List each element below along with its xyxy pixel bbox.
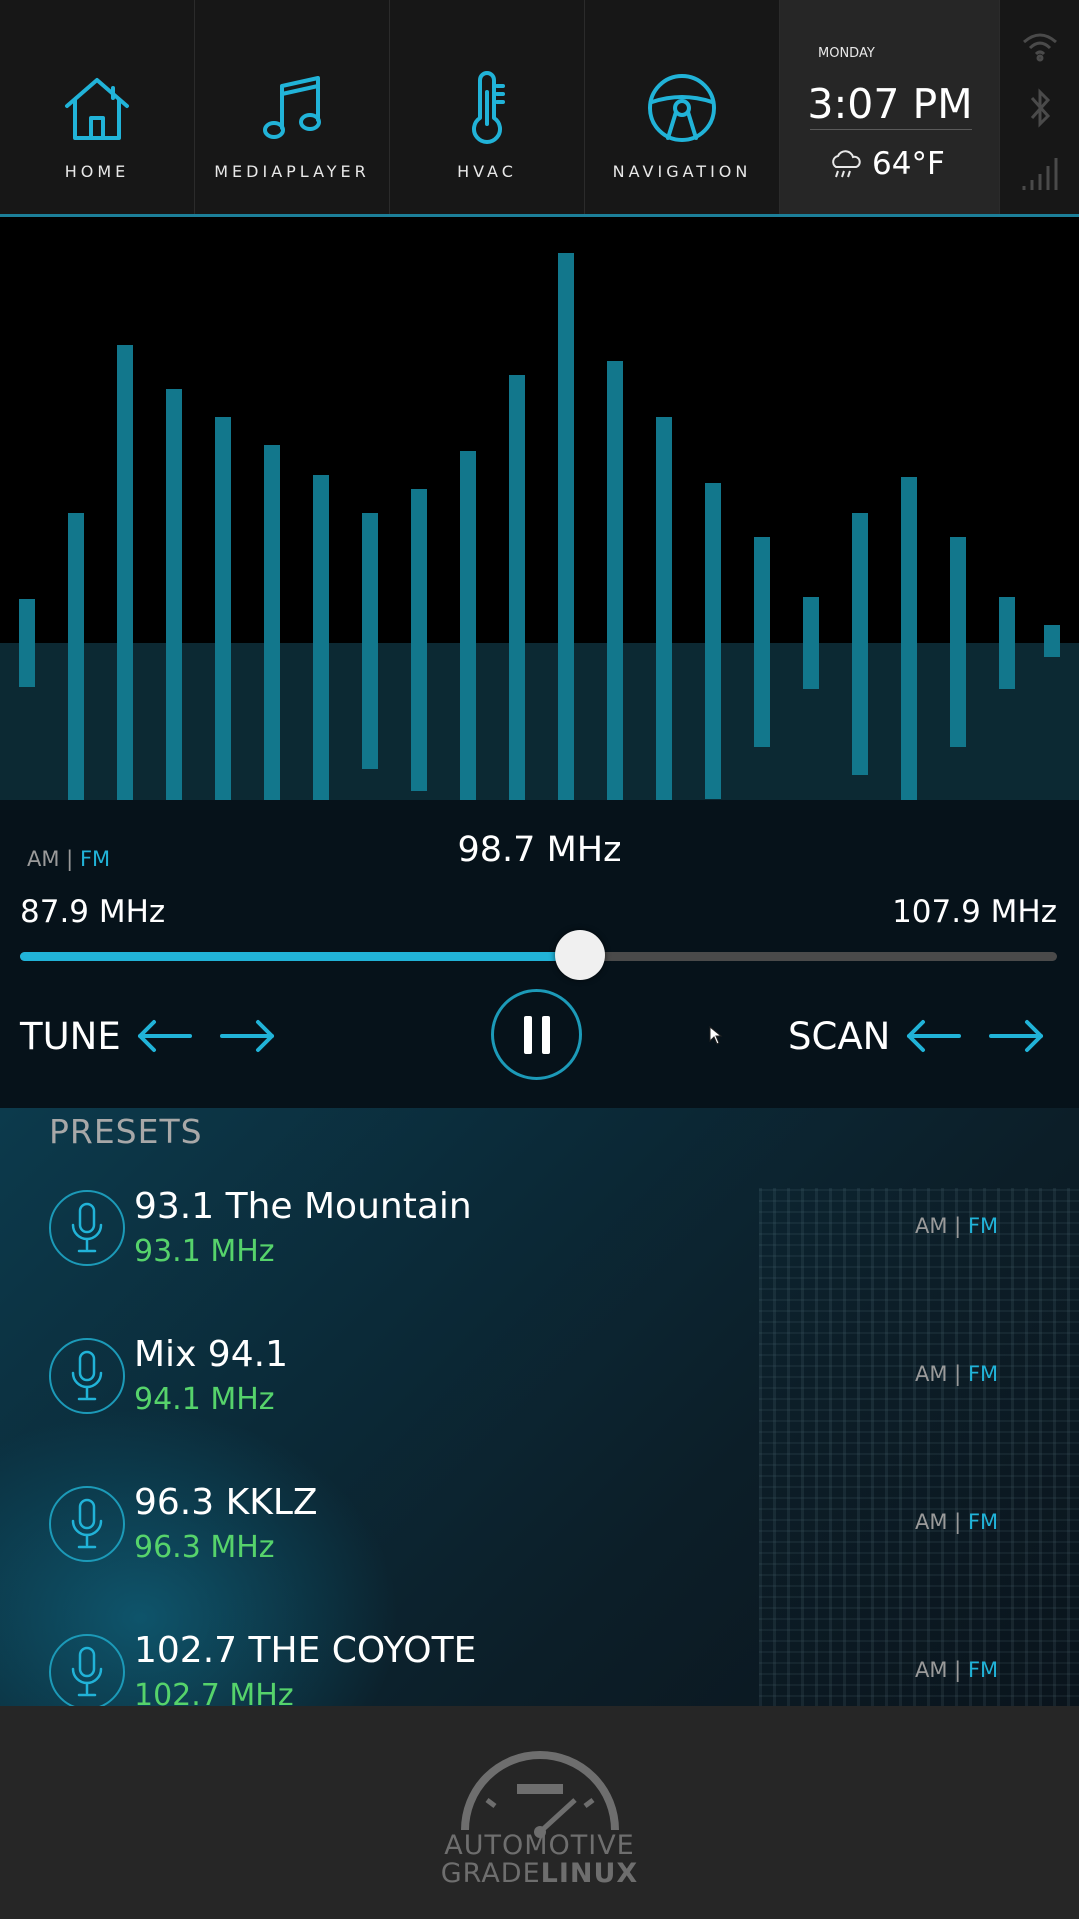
clock-time: 3:07 PM [807, 80, 973, 128]
arrow-left-icon [138, 1020, 192, 1052]
preset-band: AM | FM [915, 1214, 999, 1238]
nav-home-button[interactable]: HOME [0, 0, 195, 214]
preset-name: Mix 94.1 [134, 1334, 288, 1375]
microphone-icon [49, 1486, 125, 1562]
home-icon [65, 78, 129, 140]
day-label: MONDAY [818, 46, 875, 61]
scan-label: SCAN [788, 1015, 891, 1058]
thermometer-icon [472, 71, 505, 144]
visualizer-band [0, 643, 1079, 800]
nav-hvac-button[interactable]: HVAC [390, 0, 585, 214]
rain-cloud-icon [832, 150, 861, 178]
nav-home-label: HOME [64, 162, 130, 181]
arrow-left-icon [907, 1020, 961, 1052]
nav-navigation-label: NAVIGATION [612, 162, 752, 181]
visualizer-bar [509, 375, 525, 800]
nav-mediaplayer-label: MEDIAPLAYER [214, 162, 370, 181]
tune-forward-button[interactable] [218, 1018, 278, 1054]
microphone-icon [49, 1338, 125, 1414]
preset-name: 102.7 THE COYOTE [134, 1630, 477, 1671]
preset-band: AM | FM [915, 1362, 999, 1386]
mouse-cursor-icon [709, 1026, 723, 1045]
visualizer-bar [901, 477, 917, 800]
frequency-slider-handle[interactable] [554, 930, 605, 980]
min-frequency-label: 87.9 MHz [20, 894, 166, 930]
nav-navigation-button[interactable]: NAVIGATION [585, 0, 780, 214]
agl-speedometer-logo-icon [461, 1751, 619, 1838]
visualizer-bar [852, 513, 868, 775]
logo-text-line2: GRADELINUX [440, 1858, 639, 1889]
visualizer-bar [215, 417, 231, 800]
preset-band: AM | FM [915, 1510, 999, 1534]
preset-frequency: 102.7 MHz [134, 1678, 294, 1706]
visualizer-bar [264, 445, 280, 800]
preset-name: 96.3 KKLZ [134, 1482, 318, 1523]
max-frequency-label: 107.9 MHz [892, 894, 1057, 930]
pause-icon [541, 1015, 550, 1054]
pause-button[interactable] [491, 989, 582, 1080]
preset-item[interactable]: 102.7 THE COYOTE 102.7 MHz AM | FM [0, 1630, 1079, 1706]
visualizer-bar [754, 537, 770, 747]
visualizer-bar [950, 537, 966, 747]
bluetooth-icon [1030, 88, 1051, 128]
visualizer-bar [803, 597, 819, 689]
logo-text-line1: AUTOMOTIVE [444, 1830, 635, 1861]
preset-item[interactable]: Mix 94.1 94.1 MHz AM | FM [0, 1334, 1079, 1482]
presets-title: PRESETS [49, 1112, 203, 1151]
visualizer-bar [117, 345, 133, 800]
visualizer-bar [656, 417, 672, 800]
visualizer-bar [705, 483, 721, 799]
visualizer-bar [607, 361, 623, 800]
music-note-icon [263, 76, 321, 139]
audio-visualizer [0, 217, 1079, 800]
arrow-right-icon [220, 1020, 274, 1052]
visualizer-bar [166, 389, 182, 800]
visualizer-bar [460, 451, 476, 800]
visualizer-bar [411, 489, 427, 791]
visualizer-bar [558, 253, 574, 800]
clock-divider [810, 129, 972, 130]
status-column [1000, 0, 1079, 214]
top-bar: HOME MEDIAPLAYER HVAC NAVIGATION MONDAY … [0, 0, 1079, 217]
microphone-icon [49, 1190, 125, 1266]
wifi-icon [1023, 33, 1057, 62]
visualizer-bar [313, 475, 329, 800]
clock-panel: MONDAY 3:07 PM 64°F [780, 0, 1000, 214]
preset-name: 93.1 The Mountain [134, 1186, 472, 1227]
nav-mediaplayer-button[interactable]: MEDIAPLAYER [195, 0, 390, 214]
preset-frequency: 96.3 MHz [134, 1530, 275, 1565]
temperature: 64°F [872, 146, 945, 182]
current-frequency: 98.7 MHz [457, 830, 622, 870]
signal-bars-icon [1022, 158, 1058, 190]
visualizer-bar [999, 597, 1015, 689]
visualizer-bar [19, 599, 35, 687]
preset-item[interactable]: 96.3 KKLZ 96.3 MHz AM | FM [0, 1482, 1079, 1630]
nav-hvac-label: HVAC [457, 162, 517, 181]
frequency-slider-fill [20, 952, 580, 961]
preset-frequency: 94.1 MHz [134, 1382, 275, 1417]
preset-band: AM | FM [915, 1658, 999, 1682]
visualizer-bar [362, 513, 378, 769]
arrow-right-icon [989, 1020, 1043, 1052]
visualizer-bar [1044, 625, 1060, 657]
frequency-slider[interactable] [20, 952, 1057, 961]
steering-wheel-icon [648, 74, 716, 142]
pause-icon [523, 1015, 532, 1054]
preset-frequency: 93.1 MHz [134, 1234, 275, 1269]
scan-back-button[interactable] [903, 1018, 963, 1054]
microphone-icon [49, 1634, 125, 1706]
scan-forward-button[interactable] [987, 1018, 1047, 1054]
weather-widget: 64°F [828, 146, 945, 182]
visualizer-bar [68, 513, 84, 800]
preset-item[interactable]: 93.1 The Mountain 93.1 MHz AM | FM [0, 1186, 1079, 1334]
tune-back-button[interactable] [134, 1018, 194, 1054]
tune-label: TUNE [20, 1015, 121, 1058]
